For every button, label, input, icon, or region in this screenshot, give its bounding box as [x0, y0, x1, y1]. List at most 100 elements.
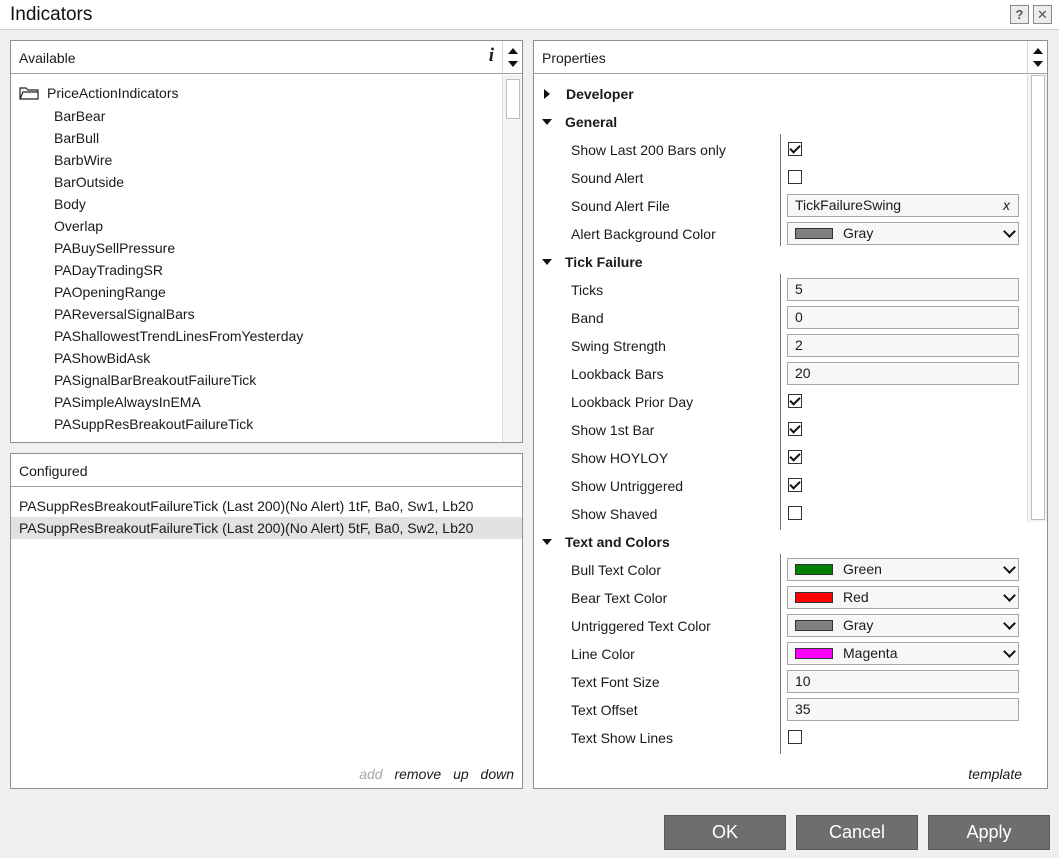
category-text-colors[interactable]: Text and Colors: [542, 534, 670, 550]
close-button[interactable]: ✕: [1033, 5, 1052, 24]
checkbox-show-hoyloy[interactable]: [788, 450, 802, 464]
band-input[interactable]: 0: [787, 306, 1019, 329]
label-line-color: Line Color: [571, 646, 635, 662]
label-show-last-200: Show Last 200 Bars only: [571, 142, 726, 158]
arrow-up-icon[interactable]: [508, 48, 518, 54]
available-item[interactable]: PAOpeningRange: [54, 284, 166, 300]
chevron-down-icon: [1003, 561, 1016, 574]
label-show-1st-bar: Show 1st Bar: [571, 422, 655, 438]
sound-alert-file-input[interactable]: TickFailureSwing x: [787, 194, 1019, 217]
line-color-select[interactable]: Magenta: [787, 642, 1019, 665]
configured-item-selected[interactable]: PASuppResBreakoutFailureTick (Last 200)(…: [11, 517, 522, 539]
apply-button[interactable]: Apply: [928, 815, 1050, 850]
configured-item[interactable]: PASuppResBreakoutFailureTick (Last 200)(…: [11, 495, 522, 517]
bear-text-color-select[interactable]: Red: [787, 586, 1019, 609]
color-swatch: [795, 592, 833, 603]
scroll-thumb[interactable]: [506, 79, 520, 119]
checkbox-show-untriggered[interactable]: [788, 478, 802, 492]
column-divider[interactable]: [780, 134, 781, 246]
arrow-down-icon[interactable]: [1033, 61, 1043, 67]
label-text-offset: Text Offset: [571, 702, 638, 718]
properties-scrollbar[interactable]: [1027, 75, 1047, 522]
checkbox-show-1st-bar[interactable]: [788, 422, 802, 436]
down-link[interactable]: down: [481, 766, 514, 782]
bull-text-color-select[interactable]: Green: [787, 558, 1019, 581]
available-item[interactable]: BarBull: [54, 130, 99, 146]
configured-panel: Configured PASuppResBreakoutFailureTick …: [10, 453, 523, 789]
expand-icon: [544, 89, 550, 99]
available-item[interactable]: PASignalBarBreakoutFailureTick: [54, 372, 256, 388]
clear-icon[interactable]: x: [1003, 195, 1010, 216]
up-link[interactable]: up: [453, 766, 469, 782]
template-link[interactable]: template: [968, 766, 1022, 782]
collapse-icon: [542, 119, 552, 125]
swing-strength-input[interactable]: 2: [787, 334, 1019, 357]
label-ticks: Ticks: [571, 282, 604, 298]
scroll-thumb[interactable]: [1031, 75, 1045, 520]
cancel-button[interactable]: Cancel: [796, 815, 918, 850]
category-developer[interactable]: Developer: [542, 86, 634, 102]
available-item[interactable]: PASuppResBreakoutFailureTick: [54, 416, 253, 432]
available-item[interactable]: BarOutside: [54, 174, 124, 190]
help-button[interactable]: ?: [1010, 5, 1029, 24]
arrow-down-icon[interactable]: [508, 61, 518, 67]
alert-bg-color-select[interactable]: Gray: [787, 222, 1019, 245]
available-item[interactable]: PASimpleAlwaysInEMA: [54, 394, 201, 410]
available-sort-arrows[interactable]: [502, 41, 522, 73]
add-link[interactable]: add: [359, 766, 382, 782]
label-text-font-size: Text Font Size: [571, 674, 660, 690]
checkbox-show-shaved[interactable]: [788, 506, 802, 520]
available-item[interactable]: BarbWire: [54, 152, 112, 168]
available-item[interactable]: PABuySellPressure: [54, 240, 175, 256]
label-sound-alert-file: Sound Alert File: [571, 198, 670, 214]
label-show-shaved: Show Shaved: [571, 506, 658, 522]
info-icon[interactable]: i: [489, 45, 494, 67]
label-band: Band: [571, 310, 604, 326]
available-scrollbar[interactable]: [502, 75, 522, 442]
checkbox-sound-alert[interactable]: [788, 170, 802, 184]
lookback-bars-input[interactable]: 20: [787, 362, 1019, 385]
label-bull-text-color: Bull Text Color: [571, 562, 662, 578]
folder-icon: [19, 87, 39, 100]
available-item[interactable]: PAShallowestTrendLinesFromYesterday: [54, 328, 303, 344]
category-tick-failure[interactable]: Tick Failure: [542, 254, 643, 270]
chevron-down-icon: [1003, 645, 1016, 658]
label-untriggered-text-color: Untriggered Text Color: [571, 618, 711, 634]
title-bar: Indicators ? ✕: [0, 0, 1059, 30]
label-sound-alert: Sound Alert: [571, 170, 644, 186]
color-swatch: [795, 648, 833, 659]
tree-folder-priceaction[interactable]: PriceActionIndicators: [19, 85, 179, 101]
column-divider[interactable]: [780, 274, 781, 530]
available-item[interactable]: PADayTradingSR: [54, 262, 163, 278]
color-swatch: [795, 228, 833, 239]
available-list: PriceActionIndicators BarBear BarBull Barb…: [11, 75, 522, 442]
properties-sort-arrows[interactable]: [1027, 41, 1047, 73]
arrow-up-icon[interactable]: [1033, 48, 1043, 54]
available-item[interactable]: Body: [54, 196, 86, 212]
ticks-input[interactable]: 5: [787, 278, 1019, 301]
checkbox-lookback-prior-day[interactable]: [788, 394, 802, 408]
label-alert-bg-color: Alert Background Color: [571, 226, 716, 242]
available-title: Available: [19, 50, 76, 66]
label-bear-text-color: Bear Text Color: [571, 590, 668, 606]
remove-link[interactable]: remove: [394, 766, 441, 782]
properties-header: Properties: [534, 41, 1047, 74]
checkbox-show-last-200[interactable]: [788, 142, 802, 156]
untriggered-text-color-select[interactable]: Gray: [787, 614, 1019, 637]
checkbox-text-show-lines[interactable]: [788, 730, 802, 744]
label-lookback-prior-day: Lookback Prior Day: [571, 394, 694, 410]
label-swing-strength: Swing Strength: [571, 338, 666, 354]
available-panel: Available i PriceActionIndicators BarBea…: [10, 40, 523, 443]
category-general[interactable]: General: [542, 114, 617, 130]
available-item[interactable]: Overlap: [54, 218, 103, 234]
configured-header: Configured: [11, 454, 522, 487]
configured-actions: add remove up down: [351, 766, 514, 782]
column-divider[interactable]: [780, 554, 781, 754]
available-item[interactable]: PAReversalSignalBars: [54, 306, 195, 322]
text-font-size-input[interactable]: 10: [787, 670, 1019, 693]
ok-button[interactable]: OK: [664, 815, 786, 850]
text-offset-input[interactable]: 35: [787, 698, 1019, 721]
available-item[interactable]: PAShowBidAsk: [54, 350, 150, 366]
available-item[interactable]: BarBear: [54, 108, 105, 124]
chevron-down-icon: [1003, 225, 1016, 238]
